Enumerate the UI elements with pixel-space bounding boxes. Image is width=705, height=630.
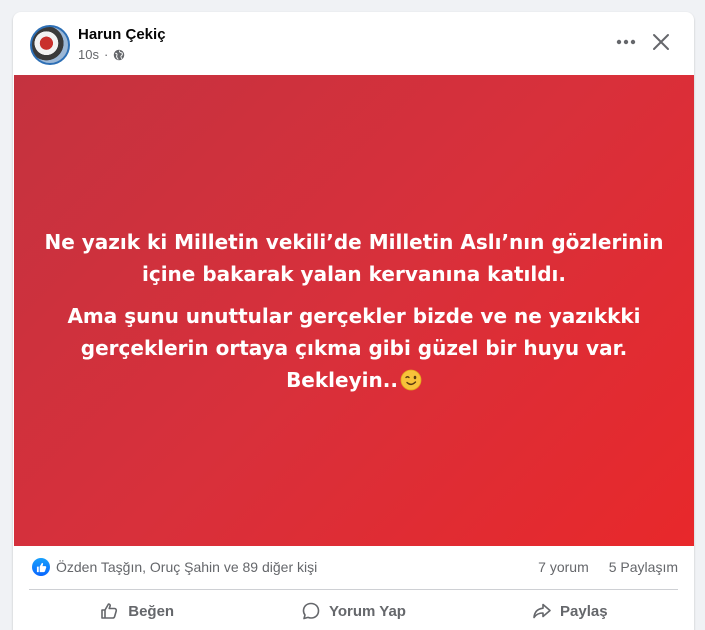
author-name[interactable]: Harun Çekiç (78, 26, 166, 43)
like-reaction-icon[interactable] (32, 558, 50, 576)
share-label: Paylaş (560, 602, 608, 620)
thumbs-up-icon (101, 603, 118, 619)
post-header: Harun Çekiç 10s · (13, 12, 694, 75)
like-button[interactable]: Beğen (29, 592, 245, 630)
like-label: Beğen (128, 602, 175, 620)
close-button[interactable] (646, 27, 676, 57)
shares-count[interactable]: 5 Paylaşım (609, 559, 678, 575)
post-text-line-2: Ama şunu unuttular gerçekler bizde ve ne… (34, 300, 674, 396)
comment-label: Yorum Yap (329, 602, 406, 620)
post-card: Harun Çekiç 10s · Ne yazık ki Milletin v… (13, 12, 694, 630)
comments-count[interactable]: 7 yorum (538, 559, 589, 575)
post-background-text: Ne yazık ki Milletin vekili’de Milletin … (14, 75, 694, 546)
post-time[interactable]: 10s (78, 47, 99, 62)
globe-icon[interactable] (113, 49, 125, 61)
post-meta: 10s · (78, 47, 125, 62)
share-icon (533, 603, 551, 619)
dot-separator: · (103, 47, 109, 62)
more-horizontal-icon (616, 39, 636, 45)
avatar[interactable] (30, 25, 70, 65)
close-icon (653, 34, 669, 50)
reactions-summary[interactable]: Özden Taşğın, Oruç Şahin ve 89 diğer kiş… (56, 559, 317, 575)
post-text-line-1: Ne yazık ki Milletin vekili’de Milletin … (44, 229, 664, 286)
winking-face-icon (400, 369, 422, 390)
engagement-counts: 7 yorum 5 Paylaşım (538, 559, 678, 575)
post-text-line-2-text: Ama şunu unuttular gerçekler bizde ve ne… (67, 303, 641, 392)
reactions-bar: Özden Taşğın, Oruç Şahin ve 89 diğer kiş… (13, 549, 694, 585)
divider (29, 589, 678, 590)
more-options-button[interactable] (609, 30, 643, 54)
share-button[interactable]: Paylaş (462, 592, 678, 630)
comment-button[interactable]: Yorum Yap (245, 592, 461, 630)
post-actions: Beğen Yorum Yap Paylaş (29, 592, 678, 630)
comment-icon (302, 602, 320, 620)
